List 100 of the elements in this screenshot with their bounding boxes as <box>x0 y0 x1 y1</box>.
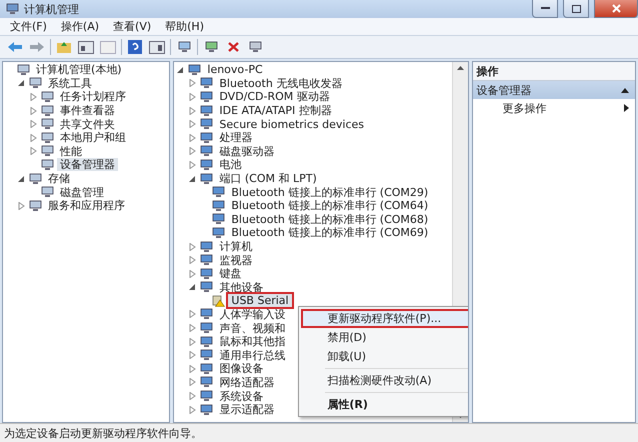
collapse-arrow-icon[interactable] <box>188 282 198 292</box>
expand-arrow-icon[interactable] <box>188 242 198 252</box>
device-icon <box>200 77 214 90</box>
tree-item[interactable]: Secure biometrics devices <box>216 118 367 131</box>
tree-item[interactable]: 性能 <box>57 144 85 158</box>
actions-section[interactable]: 设备管理器 <box>472 81 635 99</box>
tree-item[interactable]: 通用串行总线 <box>216 348 288 362</box>
tree-item[interactable]: 监视器 <box>216 254 256 267</box>
tree-item[interactable]: 图像设备 <box>216 362 266 376</box>
tree-item[interactable]: IDE ATA/ATAPI 控制器 <box>216 104 335 118</box>
tree-item[interactable]: lenovo-PC <box>204 63 266 76</box>
device-icon <box>200 308 214 320</box>
tree-item[interactable]: DVD/CD-ROM 驱动器 <box>216 90 333 104</box>
tree-item[interactable]: 本地用户和组 <box>57 131 129 144</box>
tree-item[interactable]: 系统工具 <box>45 76 95 90</box>
expand-arrow-icon[interactable] <box>188 392 198 401</box>
expand-arrow-icon[interactable] <box>188 256 198 265</box>
tree-item[interactable]: 计算机 <box>216 240 256 254</box>
device-icon <box>200 281 214 294</box>
tree-item[interactable]: 人体学输入设 <box>216 308 288 321</box>
device-icon <box>212 200 226 212</box>
expand-arrow-icon[interactable] <box>188 269 198 278</box>
expand-arrow-icon[interactable] <box>188 160 198 170</box>
tree-item[interactable]: Bluetooth 链接上的标准串行 (COM68) <box>228 212 432 226</box>
minimize-button[interactable] <box>532 0 558 18</box>
tree-item[interactable]: 磁盘驱动器 <box>216 144 278 158</box>
tree-item[interactable]: 事件查看器 <box>57 104 118 118</box>
close-button[interactable] <box>594 0 638 18</box>
expand-arrow-icon[interactable] <box>188 133 198 142</box>
tree-item[interactable]: 键盘 <box>216 267 244 280</box>
tree-item[interactable]: 存储 <box>45 172 73 186</box>
tree-item[interactable]: Bluetooth 链接上的标准串行 (COM29) <box>228 186 432 199</box>
menu-item[interactable]: 属性(R) <box>301 395 468 414</box>
device-icon <box>17 64 30 76</box>
maximize-button[interactable] <box>563 0 589 18</box>
device-icon <box>200 336 214 348</box>
expand-arrow-icon[interactable] <box>188 405 198 414</box>
menu-item[interactable]: 帮助(H) <box>159 19 210 34</box>
expand-arrow-icon[interactable] <box>188 337 198 346</box>
device-icon <box>200 158 214 171</box>
expand-arrow-icon[interactable] <box>29 92 38 102</box>
device-icon <box>200 240 214 253</box>
expand-arrow-icon[interactable] <box>188 378 198 387</box>
expand-arrow-icon[interactable] <box>188 324 198 333</box>
menu-item[interactable]: 操作(A) <box>54 19 106 34</box>
tree-item[interactable]: 共享文件夹 <box>57 118 118 131</box>
device-icon <box>41 186 54 198</box>
tree-item[interactable]: Bluetooth 无线电收发器 <box>216 76 346 90</box>
expand-arrow-icon[interactable] <box>188 364 198 374</box>
device-icon <box>200 145 214 158</box>
tree-item[interactable]: Bluetooth 链接上的标准串行 (COM69) <box>228 226 432 240</box>
tree-item[interactable]: 声音、视频和 <box>216 322 288 335</box>
menu-item[interactable]: 查看(V) <box>107 19 158 34</box>
menu-item[interactable]: 文件(F) <box>4 19 53 34</box>
expand-arrow-icon[interactable] <box>188 310 198 319</box>
tree-item[interactable]: USB Serial <box>228 294 292 308</box>
tree-item[interactable]: 端口 (COM 和 LPT) <box>216 172 320 186</box>
expand-arrow-icon[interactable] <box>188 350 198 360</box>
tree-item[interactable]: 任务计划程序 <box>57 90 129 104</box>
device-icon <box>41 145 54 158</box>
expand-arrow-icon[interactable] <box>29 120 38 129</box>
tree-item[interactable]: 网络适配器 <box>216 376 278 389</box>
expand-arrow-icon[interactable] <box>188 78 198 88</box>
tree-item[interactable]: 服务和应用程序 <box>45 199 128 212</box>
monitor-icon <box>204 41 218 53</box>
collapse-arrow-icon[interactable] <box>176 65 186 74</box>
device-icon <box>29 172 42 185</box>
device-icon <box>200 132 214 144</box>
collapse-arrow-icon[interactable] <box>17 174 26 184</box>
expand-arrow-icon[interactable] <box>17 201 26 210</box>
expand-arrow-icon[interactable] <box>29 106 38 116</box>
tree-item[interactable]: 其他设备 <box>216 280 266 294</box>
action-pane-button[interactable] <box>148 38 166 56</box>
expand-arrow-icon[interactable] <box>188 146 198 156</box>
expand-arrow-icon[interactable] <box>29 146 38 156</box>
tree-item[interactable]: 显示适配器 <box>216 403 278 416</box>
tree-item[interactable]: 设备管理器 <box>57 158 118 172</box>
tree-item[interactable]: 鼠标和其他指 <box>216 335 288 348</box>
menu-item[interactable]: 更新驱动程序软件(P)... <box>301 309 468 328</box>
tree-item[interactable]: 计算机管理(本地) <box>33 63 125 76</box>
actions-header: 操作 <box>472 62 635 81</box>
tree-item[interactable]: 系统设备 <box>216 390 266 403</box>
action-link[interactable]: 更多操作 <box>502 100 547 116</box>
tree-item[interactable]: 磁盘管理 <box>57 186 107 199</box>
expand-arrow-icon[interactable] <box>188 120 198 129</box>
tree-item[interactable]: 处理器 <box>216 131 256 144</box>
collapse-arrow-icon[interactable] <box>17 78 26 88</box>
menu-item[interactable]: 扫描检测硬件改动(A) <box>301 371 468 390</box>
tree-item[interactable]: Bluetooth 链接上的标准串行 (COM64) <box>228 199 432 212</box>
menu-item[interactable]: 禁用(D) <box>301 328 468 347</box>
expand-arrow-icon[interactable] <box>29 133 38 142</box>
help-button[interactable] <box>126 38 144 56</box>
minimize-icon <box>540 7 550 10</box>
console-tree-button[interactable] <box>77 38 95 56</box>
collapse-arrow-icon[interactable] <box>188 174 198 184</box>
tree-item[interactable]: 电池 <box>216 158 244 172</box>
computer-icon <box>6 3 19 15</box>
expand-arrow-icon[interactable] <box>188 92 198 102</box>
menu-item[interactable]: 卸载(U) <box>301 347 468 366</box>
expand-arrow-icon[interactable] <box>188 106 198 116</box>
